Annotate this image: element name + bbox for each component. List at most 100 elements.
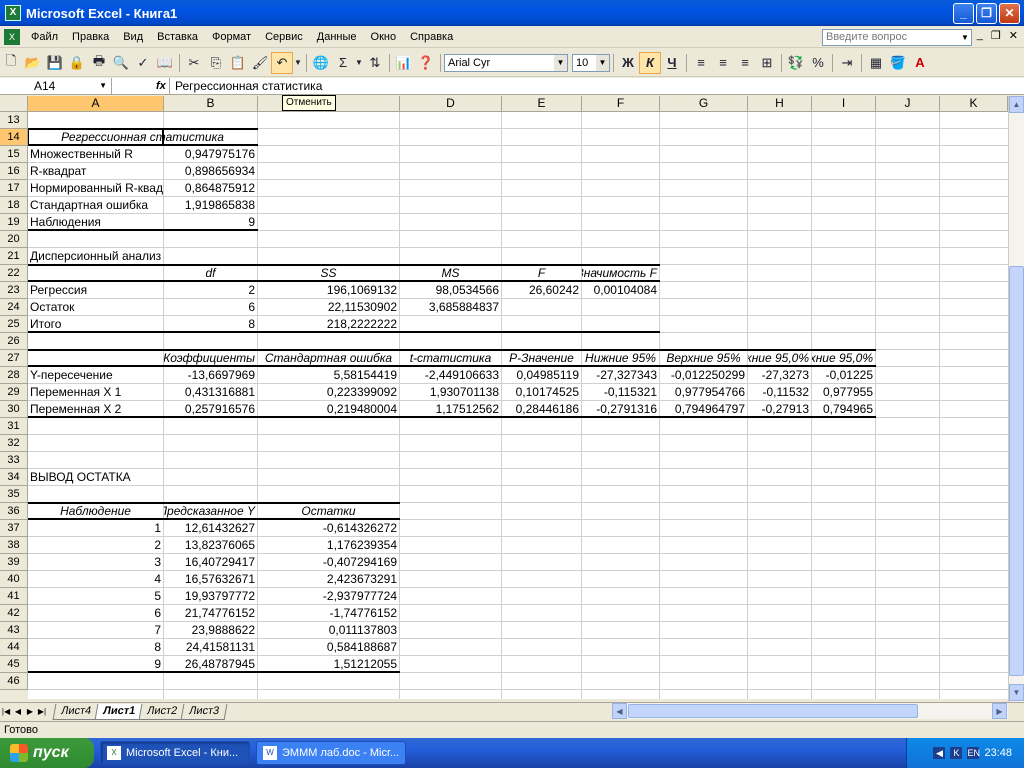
anova-value[interactable]: 196,1069132 [258, 282, 399, 299]
column-header[interactable]: B [164, 96, 258, 112]
vertical-scroll-thumb[interactable] [1009, 266, 1024, 676]
coef-value[interactable]: 0,977954766 [660, 384, 747, 401]
tab-sheet4[interactable]: Лист4 [52, 703, 100, 720]
open-folder-icon[interactable]: 📂 [22, 52, 44, 74]
residual-value[interactable]: -0,614326272 [258, 520, 399, 537]
menu-tools[interactable]: Сервис [258, 27, 310, 47]
chevron-down-icon[interactable]: ▼ [99, 78, 107, 94]
row-header[interactable]: 29 [0, 384, 28, 401]
stat-value[interactable]: 1,919865838 [164, 197, 257, 214]
anova-value[interactable]: 2 [164, 282, 257, 299]
coef-value[interactable]: -0,01225 [812, 367, 875, 384]
coef-value[interactable]: 1,930701138 [400, 384, 501, 401]
copy-icon[interactable]: ⎘ [205, 52, 227, 74]
chart-wizard-icon[interactable]: 📊 [393, 52, 415, 74]
row-header[interactable]: 38 [0, 537, 28, 554]
anova-header[interactable]: SS [258, 265, 399, 282]
undo-icon[interactable]: ↶ [271, 51, 293, 74]
anova-value[interactable]: 3,685884837 [400, 299, 501, 316]
anova-header[interactable]: MS [400, 265, 501, 282]
anova-header[interactable]: df [164, 265, 257, 282]
taskbar-excel[interactable]: X Microsoft Excel - Кни... [100, 741, 250, 765]
stat-label[interactable]: Множественный R [28, 146, 163, 163]
menu-window[interactable]: Окно [364, 27, 404, 47]
stat-value[interactable]: 0,864875912 [164, 180, 257, 197]
row-header[interactable]: 34 [0, 469, 28, 486]
paste-icon[interactable]: 📋 [227, 52, 249, 74]
coef-value[interactable]: -0,012250299 [660, 367, 747, 384]
help-search-input[interactable]: Введите вопрос ▼ [822, 29, 972, 46]
align-center-icon[interactable]: ≡ [712, 52, 734, 74]
anova-value[interactable] [582, 299, 659, 316]
stat-value[interactable]: 0,947975176 [164, 146, 257, 163]
name-box[interactable]: A14 ▼ [0, 77, 112, 95]
coef-header[interactable]: P-Значение [502, 350, 581, 367]
coef-header[interactable]: Верхние 95,0% [812, 350, 875, 367]
select-all-corner[interactable] [0, 96, 28, 112]
undo-dropdown-icon[interactable]: ▼ [293, 52, 303, 74]
anova-label[interactable]: Остаток [28, 299, 163, 316]
stat-label[interactable]: R-квадрат [28, 163, 163, 180]
column-header[interactable]: A [28, 96, 164, 112]
bold-button[interactable]: Ж [617, 52, 639, 74]
coef-label[interactable]: Переменная X 1 [28, 384, 163, 401]
percent-button[interactable]: % [807, 52, 829, 74]
autosum-dropdown-icon[interactable]: ▼ [354, 52, 364, 74]
coef-header[interactable]: Верхние 95% [660, 350, 747, 367]
coef-header[interactable]: Стандартная ошибка [258, 350, 399, 367]
last-sheet-icon[interactable]: ▶| [36, 707, 48, 716]
doc-close-button[interactable]: ✕ [1009, 29, 1018, 42]
coef-value[interactable]: 0,10174525 [502, 384, 581, 401]
print-icon[interactable]: 🖶 [88, 52, 110, 74]
column-header[interactable]: D [400, 96, 502, 112]
anova-value[interactable]: 6 [164, 299, 257, 316]
residual-value[interactable]: -2,937977724 [258, 588, 399, 605]
tab-sheet2[interactable]: Лист2 [138, 703, 186, 720]
font-color-icon[interactable]: A [909, 52, 931, 74]
anova-value[interactable]: 22,11530902 [258, 299, 399, 316]
prev-sheet-icon[interactable]: ◀ [12, 707, 24, 716]
anova-header[interactable]: Значимость F [582, 265, 659, 282]
italic-button[interactable]: К [639, 51, 661, 74]
residual-value[interactable]: 1 [28, 520, 163, 537]
row-header[interactable]: 28 [0, 367, 28, 384]
residual-value[interactable]: 24,41581131 [164, 639, 257, 656]
format-painter-icon[interactable]: 🖌 [249, 52, 271, 74]
scroll-right-icon[interactable]: ▶ [992, 703, 1007, 719]
row-header[interactable]: 37 [0, 520, 28, 537]
merge-center-icon[interactable]: ⊞ [756, 52, 778, 74]
doc-restore-button[interactable]: ❐ [991, 29, 1001, 42]
residual-value[interactable]: 12,61432627 [164, 520, 257, 537]
column-header[interactable]: G [660, 96, 748, 112]
autosum-icon[interactable]: Σ [332, 52, 354, 74]
residual-value[interactable]: 5 [28, 588, 163, 605]
residual-value[interactable]: 13,82376065 [164, 537, 257, 554]
residual-value[interactable]: 7 [28, 622, 163, 639]
column-header[interactable]: E [502, 96, 582, 112]
scroll-left-icon[interactable]: ◀ [612, 703, 627, 719]
residuals-title[interactable]: ВЫВОД ОСТАТКА [28, 469, 257, 486]
chevron-down-icon[interactable]: ▼ [554, 54, 567, 71]
row-header[interactable]: 24 [0, 299, 28, 316]
menu-format[interactable]: Формат [205, 27, 258, 47]
row-header[interactable]: 30 [0, 401, 28, 418]
next-sheet-icon[interactable]: ▶ [24, 707, 36, 716]
minimize-button[interactable]: _ [953, 3, 974, 24]
residual-value[interactable]: 0,584188687 [258, 639, 399, 656]
print-preview-icon[interactable]: 🔍 [110, 52, 132, 74]
residual-value[interactable]: 0,011137803 [258, 622, 399, 639]
fill-color-icon[interactable]: 🪣 [887, 52, 909, 74]
coef-value[interactable]: -27,327343 [582, 367, 659, 384]
row-header[interactable]: 39 [0, 554, 28, 571]
residual-value[interactable]: 16,40729417 [164, 554, 257, 571]
language-icon[interactable]: EN [967, 747, 980, 759]
workbook-icon[interactable]: X [4, 28, 20, 45]
network-icon[interactable]: ◀ [933, 747, 946, 759]
spelling-icon[interactable]: ✓ [132, 52, 154, 74]
chevron-down-icon[interactable]: ▼ [596, 54, 609, 71]
residual-value[interactable]: -1,74776152 [258, 605, 399, 622]
row-header[interactable]: 21 [0, 248, 28, 265]
menu-help[interactable]: Справка [403, 27, 460, 47]
row-header[interactable]: 14 [0, 129, 28, 146]
hyperlink-icon[interactable]: 🌐 [310, 52, 332, 74]
